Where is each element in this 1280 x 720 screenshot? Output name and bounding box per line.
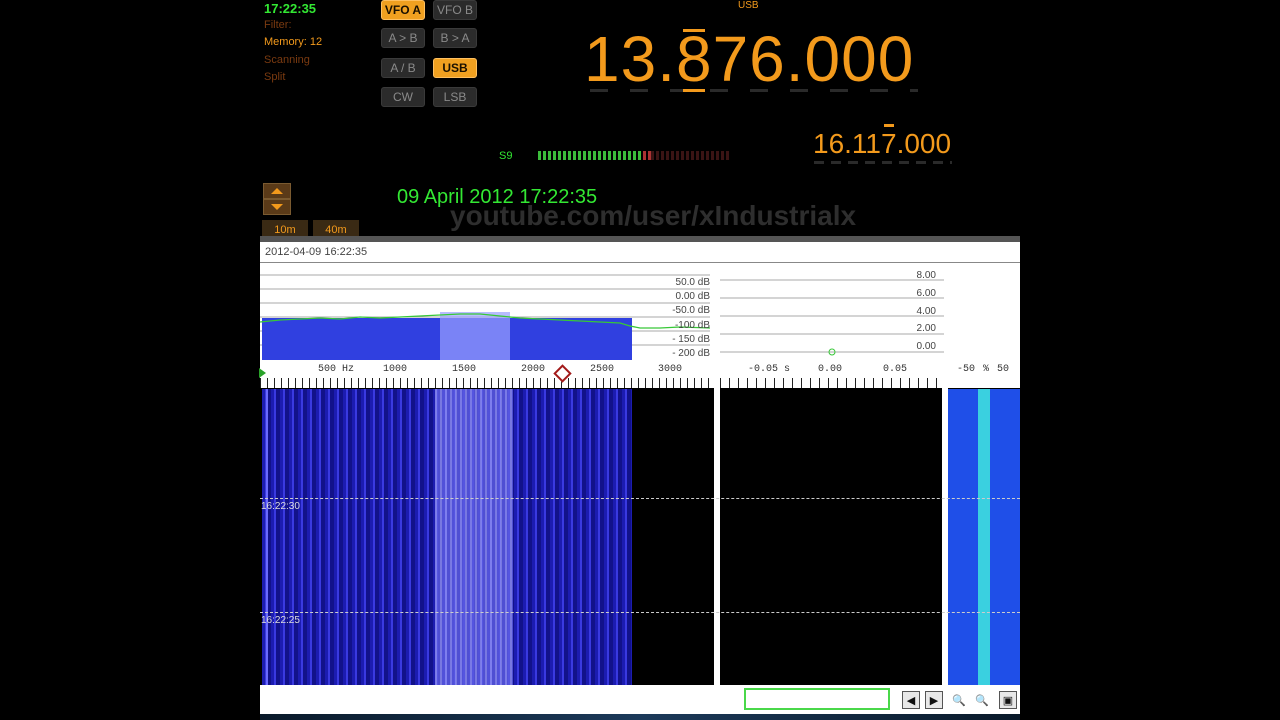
db-scale-0: 0.00 dB (675, 291, 710, 302)
level-waterfall (948, 389, 1020, 685)
sub-selected-digit-marker (884, 124, 894, 127)
spectrum-timestamp: 2012-04-09 16:22:35 (265, 246, 368, 258)
filter-label: Filter: (264, 19, 292, 31)
band-10m-button[interactable]: 10m (262, 220, 308, 236)
memory-label: Memory: 12 (264, 36, 323, 48)
b-to-a-button[interactable]: B > A (433, 28, 477, 48)
freq-label-2500: 2500 (590, 364, 615, 375)
save-button[interactable]: ▣ (999, 691, 1017, 709)
selected-digit-marker-top (683, 29, 705, 32)
freq-label-1500: 1500 (452, 364, 477, 375)
db-scale-minus100: -100 dB (674, 320, 710, 331)
s-meter-label: S9 (499, 150, 513, 162)
main-frequency-digit-markers (590, 89, 918, 92)
a-to-b-button[interactable]: A > B (381, 28, 425, 48)
time-label-0: 0.00 (818, 364, 843, 375)
pct-label-minus50: -50 (957, 364, 976, 375)
mode-indicator: USB (738, 0, 759, 11)
zoom-in-icon: 🔍 (952, 694, 966, 707)
scope-scale-8: 8.00 (916, 270, 936, 281)
split-label: Split (264, 71, 286, 83)
db-scale-minus50: -50.0 dB (672, 305, 710, 316)
scope-scale-4: 4.00 (916, 306, 936, 317)
time-label-005: 0.05 (883, 364, 908, 375)
vfo-a-button[interactable]: VFO A (381, 0, 425, 20)
rewind-button[interactable]: ◀ (902, 691, 920, 709)
down-arrow-icon (271, 204, 283, 210)
tune-up-button[interactable] (263, 183, 291, 199)
zoom-out-icon: 🔍 (975, 694, 989, 707)
waterfall-display (260, 389, 714, 685)
rewind-icon: ◀ (906, 694, 916, 707)
db-scale-50: 50.0 dB (675, 277, 710, 288)
s-meter-bar (538, 151, 650, 160)
s-meter-bar-overload (643, 151, 651, 160)
clock-display: 17:22:35 (264, 1, 317, 16)
scope-scale-0: 0.00 (916, 341, 936, 352)
command-input[interactable] (744, 688, 890, 710)
watermark-text: youtube.com/user/xIndustrialx (450, 200, 857, 231)
frequency-ticks (260, 378, 714, 388)
time-gridline (260, 612, 1020, 613)
spectrum-peak-band (440, 312, 510, 360)
time-mark-2: 16:22:25 (261, 615, 300, 626)
selected-digit-marker (683, 89, 705, 92)
scanning-label: Scanning (264, 54, 310, 66)
db-scale-minus150: - 150 dB (672, 334, 710, 345)
time-mark-1: 16:22:30 (261, 501, 300, 512)
freq-label-1000: 1000 (383, 364, 408, 375)
zoom-out-button[interactable]: 🔍 (973, 691, 991, 709)
sub-frequency-digit-markers (814, 161, 952, 164)
level-band (978, 389, 990, 685)
scope-waterfall (720, 389, 942, 685)
waterfall-peak (435, 389, 513, 685)
time-ticks (720, 378, 942, 388)
passband-start-marker[interactable] (259, 368, 266, 378)
tune-down-button[interactable] (263, 199, 291, 215)
time-gridline (260, 498, 1020, 499)
zoom-in-button[interactable]: 🔍 (950, 691, 968, 709)
db-scale-minus200: - 200 dB (672, 348, 710, 359)
save-icon: ▣ (1002, 694, 1014, 707)
scope-scale-6: 6.00 (916, 288, 936, 299)
sub-frequency[interactable]: 16.117.000 (813, 128, 951, 160)
spectrum-top-strip (260, 236, 1020, 242)
freq-label-3000: 3000 (658, 364, 683, 375)
s-meter-bar-unlit (651, 151, 731, 160)
taskbar-strip (260, 714, 1020, 720)
band-40m-button[interactable]: 40m (313, 220, 359, 236)
forward-button[interactable]: ▶ (925, 691, 943, 709)
usb-mode-button[interactable]: USB (433, 58, 477, 78)
forward-icon: ▶ (929, 694, 939, 707)
freq-label-500: 500 Hz (318, 364, 355, 375)
waterfall-carrier (266, 389, 268, 685)
up-arrow-icon (271, 188, 283, 194)
scope-scale-2: 2.00 (916, 323, 936, 334)
pct-label-50: 50 (997, 364, 1010, 375)
spectrum-separator (260, 262, 1020, 263)
lsb-mode-button[interactable]: LSB (433, 87, 477, 107)
vfo-b-button[interactable]: VFO B (433, 0, 477, 20)
pct-label-symbol: % (983, 364, 990, 375)
time-label-minus005: -0.05 s (748, 364, 791, 375)
main-frequency[interactable]: 13.876.000 (584, 22, 914, 96)
a-slash-b-button[interactable]: A / B (381, 58, 425, 78)
freq-label-2000: 2000 (521, 364, 546, 375)
cw-mode-button[interactable]: CW (381, 87, 425, 107)
